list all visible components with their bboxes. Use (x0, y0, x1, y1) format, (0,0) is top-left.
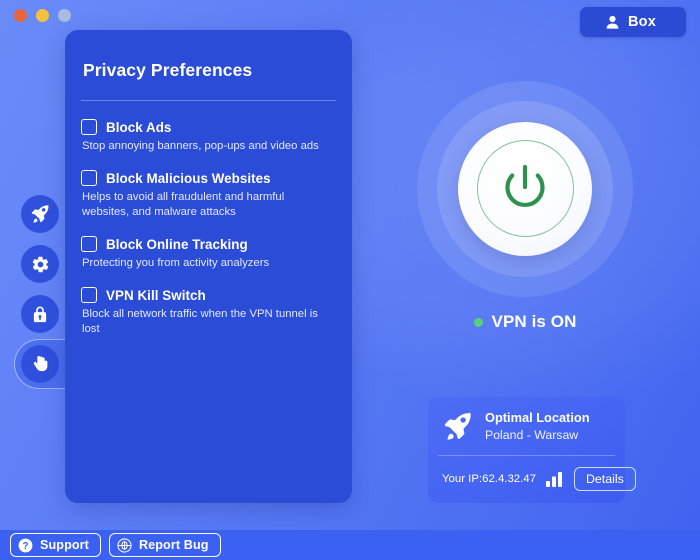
preference-description: Protecting you from activity analyzers (82, 257, 270, 269)
report-bug-button-label: Report Bug (138, 538, 209, 552)
preference-item: Block Malicious Websites Helps to avoid … (81, 170, 336, 220)
bottom-bar: ? Support Report Bug (0, 530, 700, 560)
checkbox-block-malicious-websites[interactable] (81, 170, 97, 186)
hand-icon (31, 354, 49, 374)
window-close-button[interactable] (14, 9, 27, 22)
account-button-label: Box (628, 14, 656, 30)
location-subtitle: Poland - Warsaw (485, 428, 579, 442)
details-button[interactable]: Details (573, 467, 636, 491)
vpn-app-window: Box Privacy Preferences Block Ads Stop a… (0, 0, 700, 560)
preference-label: VPN Kill Switch (106, 287, 206, 303)
preference-item: Block Online Tracking Protecting you fro… (81, 236, 336, 271)
signal-bars-icon (545, 471, 564, 487)
account-button[interactable]: Box (580, 7, 686, 37)
preference-description: Stop annoying banners, pop-ups and video… (82, 140, 319, 152)
checkbox-vpn-kill-switch[interactable] (81, 287, 97, 303)
bug-target-icon (117, 537, 132, 553)
vpn-status: VPN is ON (396, 312, 654, 332)
privacy-preferences-panel: Privacy Preferences Block Ads Stop annoy… (65, 30, 352, 503)
window-controls (14, 9, 71, 22)
report-bug-button[interactable]: Report Bug (108, 533, 221, 557)
preference-item: VPN Kill Switch Block all network traffi… (81, 287, 336, 337)
lock-icon (31, 305, 49, 324)
location-card: Optimal Location Poland - Warsaw Your IP… (428, 397, 636, 503)
power-button-area (396, 66, 654, 311)
svg-text:?: ? (22, 540, 28, 551)
panel-divider (81, 100, 336, 101)
support-button[interactable]: ? Support (10, 533, 101, 557)
status-indicator-dot (473, 317, 483, 327)
vpn-status-text: VPN is ON (491, 312, 577, 331)
person-icon (606, 15, 619, 29)
preference-label: Block Ads (106, 119, 172, 135)
power-ring (476, 140, 574, 237)
preference-label: Block Malicious Websites (106, 170, 271, 186)
preference-description: Helps to avoid all fraudulent and harmfu… (82, 191, 285, 218)
location-title: Optimal Location (485, 410, 590, 425)
preference-description: Block all network traffic when the VPN t… (82, 308, 318, 335)
checkbox-block-ads[interactable] (81, 119, 97, 135)
preference-label: Block Online Tracking (106, 236, 248, 252)
rocket-icon (30, 204, 50, 224)
support-button-label: Support (40, 538, 89, 552)
power-toggle-button[interactable] (458, 121, 592, 256)
question-circle-icon: ? (18, 538, 33, 553)
preference-item: Block Ads Stop annoying banners, pop-ups… (81, 119, 336, 154)
window-maximize-button[interactable] (58, 9, 71, 22)
ip-address-label: Your IP:62.4.32.47 (442, 473, 536, 485)
window-minimize-button[interactable] (36, 9, 49, 22)
rocket-icon (442, 411, 473, 442)
panel-title: Privacy Preferences (83, 60, 253, 80)
checkbox-block-online-tracking[interactable] (81, 236, 97, 252)
gear-icon (31, 255, 50, 274)
